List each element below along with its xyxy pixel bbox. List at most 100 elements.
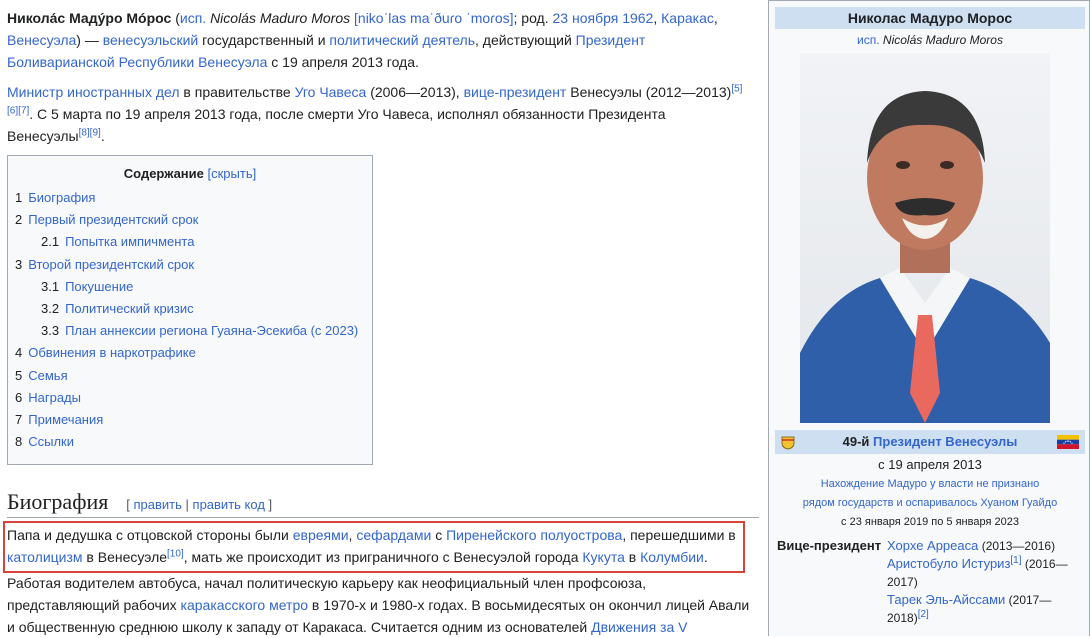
- lang-link[interactable]: исп.: [180, 10, 206, 26]
- subject-name: Никола́с Мадýро Мóрос: [7, 10, 172, 26]
- latin-name: Nicolás Maduro Moros: [882, 33, 1003, 47]
- birth-date-link[interactable]: 23 ноября 1962: [553, 10, 654, 26]
- toc-number: 2.1: [41, 234, 60, 250]
- dispute-note-line-2: рядом государств и оспаривалось Хуаном Г…: [775, 497, 1085, 509]
- text: в: [628, 549, 637, 565]
- dispute-note-link[interactable]: рядом государств и оспаривалось Хуаном Г…: [803, 497, 1057, 509]
- edit-link[interactable]: править: [133, 497, 181, 512]
- reference-link[interactable]: [1]: [1010, 555, 1021, 566]
- vice-president-link[interactable]: Тарек Эль-Айссами: [887, 592, 1005, 607]
- biography-paragraph-1: Папа и дедушка с отцовской стороны были …: [7, 524, 743, 568]
- dispute-note-link[interactable]: Нахождение Мадуро у власти не признано: [821, 478, 1040, 490]
- vice-president-list: Хорхе Арреаса (2013—2016) Аристобуло Ист…: [887, 537, 1079, 627]
- reference-link[interactable]: [10]: [167, 548, 184, 559]
- toc-link[interactable]: Политический кризис: [65, 301, 194, 316]
- toc-item[interactable]: 4 Обвинения в наркотрафике: [15, 342, 372, 364]
- toc-link[interactable]: Ссылки: [28, 434, 74, 449]
- reference-link[interactable]: [8][9]: [79, 127, 101, 138]
- vice-president-label: Вице-президент: [777, 538, 882, 553]
- toc-number: 3.1: [41, 278, 60, 294]
- toc-link[interactable]: Обвинения в наркотрафике: [28, 345, 196, 360]
- toc-item[interactable]: 5 Семья: [15, 365, 372, 387]
- dispute-note-line-1: Нахождение Мадуро у власти не признано: [775, 478, 1085, 490]
- toc-item[interactable]: 2 Первый президентский срок: [15, 209, 372, 231]
- latin-name: Nicolás Maduro Moros: [210, 10, 351, 26]
- ipa-link[interactable]: [nikoˈlas maˈðuɾo ˈmoɾos]: [354, 10, 514, 26]
- toc-list: 1 Биография 2 Первый президентский срок 2.…: [8, 187, 372, 453]
- colombia-link[interactable]: Колумбии: [640, 549, 704, 565]
- section-heading: Биография [ править | править код ]: [7, 489, 759, 518]
- text: в правительстве: [183, 84, 291, 100]
- foreign-minister-link[interactable]: Министр иностранных дел: [7, 84, 180, 100]
- career-paragraph: Министр иностранных дел в правительстве …: [7, 81, 747, 147]
- toc-number: 4: [15, 345, 23, 361]
- reference-link[interactable]: [2]: [918, 609, 929, 620]
- office-link[interactable]: Президент Венесуэлы: [873, 434, 1017, 449]
- jews-link[interactable]: евреями: [293, 527, 349, 543]
- toc-title: Содержание: [123, 166, 204, 181]
- text: (2006—2013),: [370, 84, 460, 100]
- cucuta-link[interactable]: Кукута: [582, 549, 624, 565]
- sephardi-link[interactable]: сефардами: [356, 527, 431, 543]
- movement-link[interactable]: Движения за V: [591, 619, 687, 635]
- toc-item[interactable]: 3.1 Покушение: [15, 276, 372, 298]
- toc-link[interactable]: Второй президентский срок: [28, 257, 194, 272]
- toc-link[interactable]: Покушение: [65, 279, 133, 294]
- toc-header: Содержание [скрыть]: [8, 166, 372, 181]
- toc-item[interactable]: 2.1 Попытка импичмента: [15, 231, 372, 253]
- separator: |: [185, 497, 189, 512]
- term-start: с 19 апреля 2013: [878, 457, 982, 472]
- toc-item[interactable]: 3.3 План аннексии региона Гуаяна-Эсекиба …: [15, 320, 372, 342]
- text: , перешедшими в: [622, 527, 736, 543]
- toc-toggle[interactable]: [скрыть]: [208, 166, 257, 181]
- text: с 19 апреля 2013 года.: [271, 54, 419, 70]
- text: , мать же происходит из приграничного с …: [183, 549, 579, 565]
- toc-item[interactable]: 3.2 Политический кризис: [15, 298, 372, 320]
- vp-years: (2013—2016): [981, 539, 1056, 553]
- vice-president-link[interactable]: вице-президент: [464, 84, 567, 100]
- biography-paragraph-2: Работая водителем автобуса, начал полити…: [7, 572, 755, 638]
- chavez-link[interactable]: Уго Чавеса: [295, 84, 367, 100]
- toc-number: 1: [15, 190, 23, 205]
- toc-item[interactable]: 8 Ссылки: [15, 431, 372, 453]
- toc-item[interactable]: 1 Биография: [15, 187, 372, 209]
- toc-number: 5: [15, 367, 23, 383]
- toc-link[interactable]: Семья: [28, 368, 67, 383]
- edit-code-link[interactable]: править код: [193, 497, 265, 512]
- iberian-link[interactable]: Пиренейского полуострова: [446, 527, 622, 543]
- toc-link[interactable]: Первый президентский срок: [28, 212, 198, 227]
- vice-president-link[interactable]: Хорхе Арреаса: [887, 538, 978, 553]
- political-link[interactable]: политический деятель: [329, 32, 475, 48]
- section-title: Биография: [7, 489, 109, 514]
- text: государственный и: [202, 32, 326, 48]
- infobox-title: Николас Мадуро Морос: [775, 7, 1085, 29]
- dispute-period: с 23 января 2019 по 5 января 2023: [841, 516, 1019, 528]
- text: , действующий: [475, 32, 572, 48]
- birth-city-link[interactable]: Каракас: [661, 10, 714, 26]
- toc-link[interactable]: Попытка импичмента: [65, 234, 194, 249]
- catholicism-link[interactable]: католицизм: [7, 549, 83, 565]
- coat-of-arms-icon: [781, 436, 795, 450]
- toc-item[interactable]: 7 Примечания: [15, 409, 372, 431]
- toc-item[interactable]: 3 Второй президентский срок: [15, 254, 372, 276]
- text: Папа и дедушка с отцовской стороны были: [7, 527, 289, 543]
- text: ) —: [76, 32, 99, 48]
- text: с: [435, 527, 443, 543]
- text: . С 5 марта по 19 апреля 2013 года, посл…: [7, 106, 666, 144]
- birth-country-link[interactable]: Венесуэла: [7, 32, 76, 48]
- portrait-photo[interactable]: [800, 53, 1050, 423]
- toc-link[interactable]: Примечания: [28, 412, 103, 427]
- toc-link[interactable]: Биография: [28, 190, 95, 205]
- text: .: [100, 128, 105, 144]
- toc-link[interactable]: План аннексии региона Гуаяна-Эсекиба (с …: [65, 323, 358, 338]
- text: .: [703, 549, 708, 565]
- edit-section-links: [ править | править код ]: [126, 497, 272, 512]
- lang-link[interactable]: исп.: [857, 33, 880, 47]
- toc-item[interactable]: 6 Награды: [15, 387, 372, 409]
- caracas-metro-link[interactable]: каракасского метро: [181, 597, 308, 613]
- text: ,: [348, 527, 353, 543]
- nationality-link[interactable]: венесуэльский: [103, 32, 199, 48]
- text: в Венесуэле: [86, 549, 168, 565]
- toc-link[interactable]: Награды: [28, 390, 81, 405]
- vice-president-link[interactable]: Аристобуло Истуриз: [887, 556, 1010, 571]
